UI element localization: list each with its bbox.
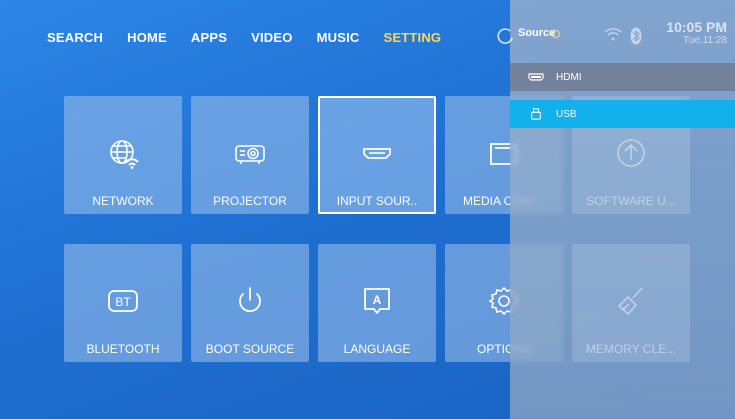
tile-bluetooth[interactable]: BT BLUETOOTH xyxy=(64,244,182,362)
hdmi-icon xyxy=(363,148,391,159)
source-label: HDMI xyxy=(556,71,582,83)
tile-language[interactable]: A LANGUAGE xyxy=(318,244,436,362)
date-text: Tue,11:28 xyxy=(683,35,727,46)
nav-search[interactable]: SEARCH xyxy=(47,30,103,45)
svg-text:A: A xyxy=(373,293,382,307)
usb-icon xyxy=(531,108,541,120)
nav-video[interactable]: VIDEO xyxy=(251,30,292,45)
tile-label: MEMORY CLE... xyxy=(585,342,677,356)
nav-apps[interactable]: APPS xyxy=(191,30,227,45)
nav-home[interactable]: HOME xyxy=(127,30,167,45)
tile-boot-source[interactable]: BOOT SOURCE xyxy=(191,244,309,362)
tile-label: SOFTWARE U... xyxy=(586,194,676,208)
tile-label: PROJECTOR xyxy=(213,194,287,208)
hdmi-port-icon xyxy=(528,73,544,81)
svg-text:BT: BT xyxy=(115,295,131,309)
time-text: 10:05 PM xyxy=(666,19,727,35)
tile-label: LANGUAGE xyxy=(343,342,411,356)
tile-network[interactable]: NETWORK xyxy=(64,96,182,214)
power-icon xyxy=(239,287,261,313)
source-item-hdmi[interactable]: HDMI xyxy=(510,63,735,91)
tile-label: INPUT SOUR.. xyxy=(336,194,418,208)
refresh-icon xyxy=(497,28,513,44)
tile-memory-clean: MEMORY CLE... xyxy=(572,244,690,362)
tile-label: BLUETOOTH xyxy=(86,342,160,356)
nav-setting[interactable]: SETTING xyxy=(383,30,441,45)
projector-icon xyxy=(235,145,265,164)
tile-label: BOOT SOURCE xyxy=(205,342,295,356)
bt-icon: BT xyxy=(108,290,138,312)
clock: 10:05 PM Tue,11:28 xyxy=(666,20,727,48)
wifi-icon xyxy=(604,28,622,41)
tile-projector[interactable]: PROJECTOR xyxy=(191,96,309,214)
top-nav: SEARCH HOME APPS VIDEO MUSIC SETTING xyxy=(47,30,465,45)
globe-wifi-icon xyxy=(110,140,139,169)
broom-icon xyxy=(617,287,643,316)
upload-icon xyxy=(617,139,645,167)
source-label: USB xyxy=(556,108,577,120)
source-item-usb[interactable]: USB xyxy=(510,100,735,128)
language-icon: A xyxy=(364,288,390,314)
nav-music[interactable]: MUSIC xyxy=(317,30,360,45)
tile-input-source[interactable]: INPUT SOUR.. xyxy=(318,96,436,214)
tile-label: NETWORK xyxy=(92,194,154,208)
panel-title: Source xyxy=(518,27,556,39)
bluetooth-status-icon xyxy=(630,27,642,45)
